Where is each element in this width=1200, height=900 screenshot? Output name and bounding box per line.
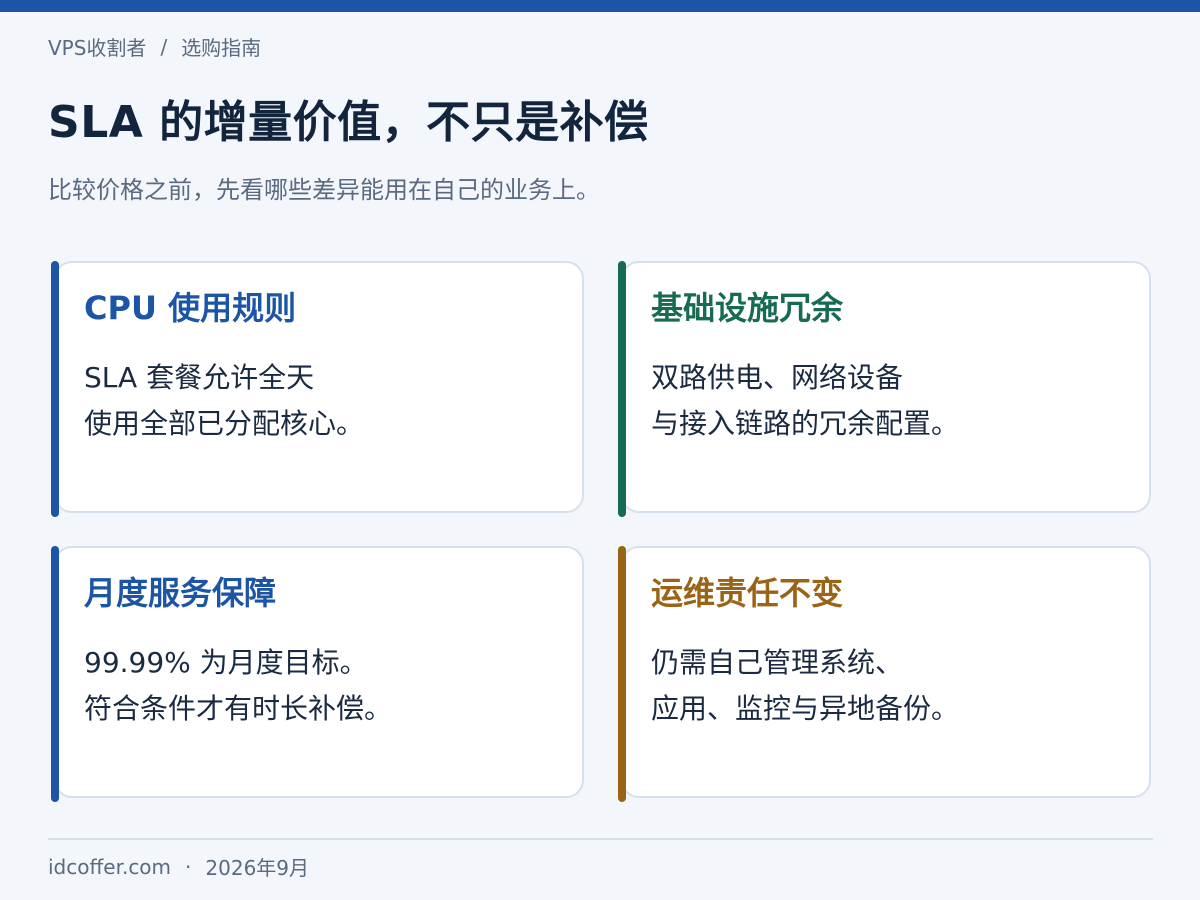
card-body-line: 99.99% 为月度目标。 <box>84 646 368 679</box>
card-body-line: SLA 套餐允许全天 <box>84 361 315 394</box>
card-body-line: 双路供电、网络设备 <box>651 361 904 394</box>
feature-card-ops-responsibility: 运维责任不变 仍需自己管理系统、 应用、监控与异地备份。 <box>618 546 1151 802</box>
card-title: 运维责任不变 <box>651 574 844 612</box>
card-accent-bar <box>618 546 626 802</box>
footer: idcoffer.com · 2026年9月 <box>48 852 309 881</box>
footer-separator: · <box>185 854 192 879</box>
card-body-line: 符合条件才有时长补偿。 <box>84 692 393 725</box>
card-body-line: 仍需自己管理系统、 <box>651 646 904 679</box>
breadcrumb-section-link[interactable]: 选购指南 <box>181 32 261 61</box>
card-accent-bar <box>618 261 626 517</box>
breadcrumb-site-link[interactable]: VPS收割者 <box>48 32 146 61</box>
card-body-line: 与接入链路的冗余配置。 <box>651 407 960 440</box>
feature-card-monthly-guarantee: 月度服务保障 99.99% 为月度目标。 符合条件才有时长补偿。 <box>51 546 584 802</box>
card-title: 基础设施冗余 <box>651 289 844 327</box>
card-body: 99.99% 为月度目标。 符合条件才有时长补偿。 <box>84 640 392 732</box>
footer-divider <box>48 838 1153 840</box>
card-body: SLA 套餐允许全天 使用全部已分配核心。 <box>84 355 364 447</box>
card-accent-bar <box>51 546 59 802</box>
footer-domain-link[interactable]: idcoffer.com <box>48 855 171 879</box>
card-body: 双路供电、网络设备 与接入链路的冗余配置。 <box>651 355 959 447</box>
page-subtitle: 比较价格之前，先看哪些差异能用在自己的业务上。 <box>48 176 600 204</box>
card-body: 仍需自己管理系统、 应用、监控与异地备份。 <box>651 640 959 732</box>
card-title: CPU 使用规则 <box>84 289 297 327</box>
card-body-line: 使用全部已分配核心。 <box>84 407 365 440</box>
page-title: SLA 的增量价值，不只是补偿 <box>48 97 649 148</box>
card-accent-bar <box>51 261 59 517</box>
footer-date: 2026年9月 <box>205 856 310 880</box>
breadcrumb: VPS收割者 / 选购指南 <box>48 32 261 61</box>
card-title: 月度服务保障 <box>84 574 277 612</box>
breadcrumb-separator: / <box>160 34 168 59</box>
card-body-line: 应用、监控与异地备份。 <box>651 692 960 725</box>
feature-card-redundancy: 基础设施冗余 双路供电、网络设备 与接入链路的冗余配置。 <box>618 261 1151 517</box>
top-accent-bar <box>0 0 1200 12</box>
feature-card-cpu: CPU 使用规则 SLA 套餐允许全天 使用全部已分配核心。 <box>51 261 584 517</box>
